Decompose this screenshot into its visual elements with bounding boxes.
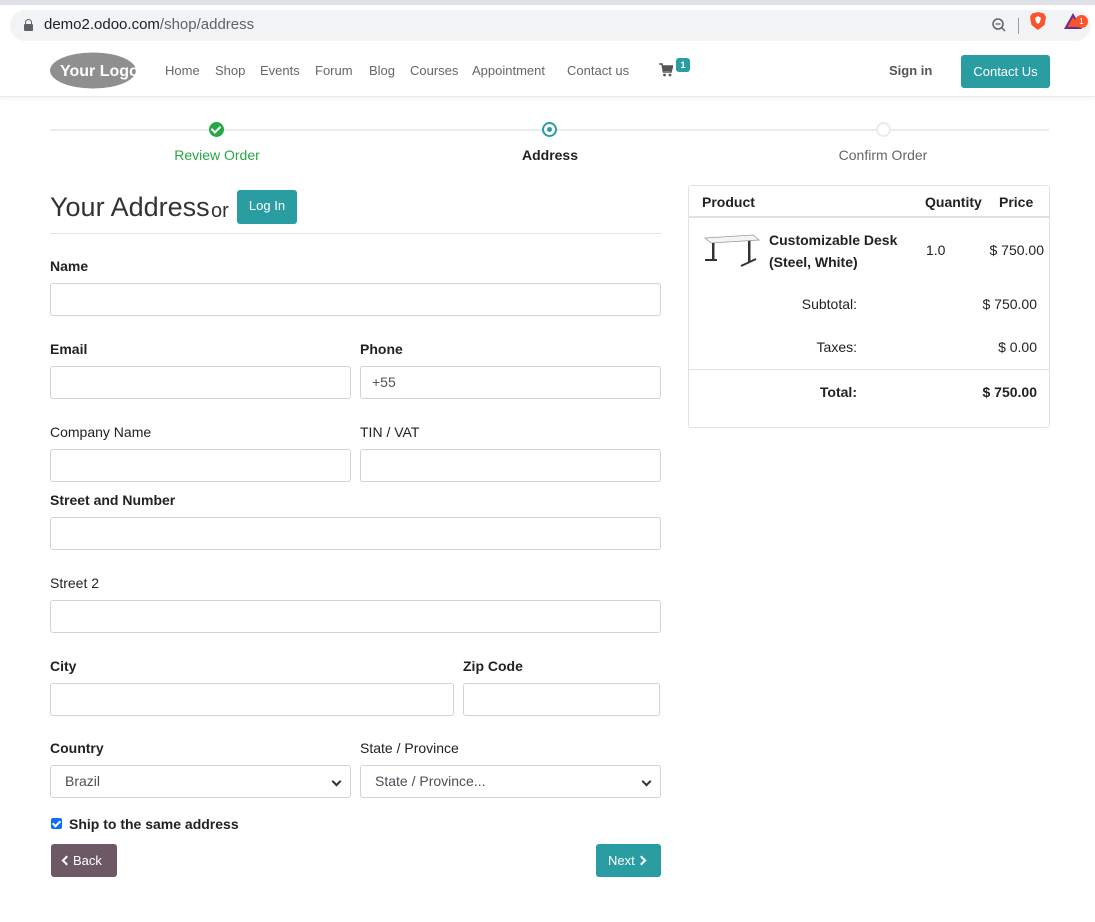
state-select[interactable]: State / Province... bbox=[360, 765, 661, 798]
nav-item-courses[interactable]: Courses bbox=[410, 63, 458, 78]
svg-text:Your Logo: Your Logo bbox=[60, 63, 136, 80]
phone-label: Phone bbox=[360, 341, 403, 357]
order-summary: Product Quantity Price Customizable Desk… bbox=[688, 185, 1050, 428]
street2-label: Street 2 bbox=[50, 575, 100, 591]
chevron-down-icon bbox=[331, 776, 342, 787]
name-input[interactable] bbox=[50, 283, 661, 316]
header-price: Price bbox=[999, 194, 1034, 210]
nav-item-forum[interactable]: Forum bbox=[315, 63, 353, 78]
cart-count-badge[interactable]: 1 bbox=[676, 58, 690, 72]
chevron-left-icon bbox=[61, 855, 72, 866]
nav-item-shop[interactable]: Shop bbox=[215, 63, 245, 78]
street2-input[interactable] bbox=[50, 600, 661, 633]
rewards-badge: 1 bbox=[1075, 15, 1088, 28]
step-active-dot-icon bbox=[542, 122, 557, 137]
step-pending-dot-icon bbox=[876, 122, 891, 137]
cart-icon[interactable] bbox=[659, 63, 673, 77]
phone-input[interactable]: +55 bbox=[360, 366, 661, 399]
total-label: Total: bbox=[819, 384, 857, 400]
ship-same-checkbox[interactable] bbox=[51, 818, 62, 829]
brave-shield-icon[interactable] bbox=[1029, 11, 1047, 31]
title-divider bbox=[50, 233, 661, 234]
total-value: $ 750.00 bbox=[982, 384, 1038, 400]
zip-label: Zip Code bbox=[463, 658, 523, 674]
product-thumbnail bbox=[703, 234, 761, 267]
city-label: City bbox=[50, 658, 77, 674]
zip-input[interactable] bbox=[463, 683, 660, 716]
url-text[interactable]: demo2.odoo.com/shop/address bbox=[44, 16, 254, 33]
step-address: Address bbox=[521, 147, 579, 163]
country-label: Country bbox=[50, 740, 104, 756]
country-selected-value: Brazil bbox=[65, 773, 101, 789]
next-button[interactable]: Next bbox=[596, 844, 661, 877]
state-label: State / Province bbox=[360, 740, 459, 756]
company-name-input[interactable] bbox=[50, 449, 351, 482]
city-input[interactable] bbox=[50, 683, 454, 716]
step-done-check-icon bbox=[209, 122, 224, 137]
zoom-icon[interactable] bbox=[991, 17, 1007, 33]
nav-item-appointment[interactable]: Appointment bbox=[472, 63, 545, 78]
taxes-value: $ 0.00 bbox=[998, 339, 1037, 355]
product-price: $ 750.00 bbox=[989, 242, 1045, 258]
email-input[interactable] bbox=[50, 366, 351, 399]
subtotal-label: Subtotal: bbox=[801, 296, 857, 312]
address-bar[interactable]: demo2.odoo.com/shop/address bbox=[10, 10, 1091, 41]
page-title: Your Address bbox=[50, 192, 210, 222]
street-input[interactable] bbox=[50, 517, 661, 550]
vat-label: TIN / VAT bbox=[360, 424, 420, 440]
title-or-text: or bbox=[211, 200, 229, 222]
chevron-down-icon bbox=[641, 776, 652, 787]
vat-input[interactable] bbox=[360, 449, 661, 482]
street-label: Street and Number bbox=[50, 492, 176, 508]
taxes-label: Taxes: bbox=[816, 339, 857, 355]
header-divider bbox=[689, 216, 1049, 218]
log-in-button[interactable]: Log In bbox=[237, 190, 297, 224]
subtotal-value: $ 750.00 bbox=[982, 296, 1038, 312]
nav-item-home[interactable]: Home bbox=[165, 63, 200, 78]
nav-item-events[interactable]: Events bbox=[260, 63, 300, 78]
header-product: Product bbox=[702, 194, 755, 210]
toolbar-divider bbox=[1018, 18, 1019, 34]
header-quantity: Quantity bbox=[925, 194, 982, 210]
name-label: Name bbox=[50, 258, 89, 274]
step-confirm-order: Confirm Order bbox=[838, 147, 928, 163]
total-divider bbox=[689, 369, 1049, 370]
product-name[interactable]: Customizable Desk (Steel, White) bbox=[769, 229, 909, 273]
country-select[interactable]: Brazil bbox=[50, 765, 351, 798]
browser-toolbar: demo2.odoo.com/shop/address 1 bbox=[0, 5, 1095, 45]
email-label: Email bbox=[50, 341, 88, 357]
site-navbar: Your Logo Home Shop Events Forum Blog Co… bbox=[0, 45, 1095, 97]
sign-in-link[interactable]: Sign in bbox=[889, 63, 932, 78]
chevron-right-icon bbox=[636, 855, 647, 866]
state-selected-value: State / Province... bbox=[375, 773, 486, 789]
lock-icon[interactable] bbox=[24, 19, 33, 31]
company-name-label: Company Name bbox=[50, 424, 152, 440]
product-quantity: 1.0 bbox=[926, 242, 946, 258]
nav-item-blog[interactable]: Blog bbox=[369, 63, 395, 78]
back-button[interactable]: Back bbox=[51, 844, 117, 877]
ship-same-label[interactable]: Ship to the same address bbox=[69, 816, 239, 832]
site-logo[interactable]: Your Logo bbox=[50, 52, 136, 89]
nav-item-contact-us[interactable]: Contact us bbox=[567, 63, 629, 78]
step-review-order[interactable]: Review Order bbox=[117, 147, 317, 163]
contact-us-button[interactable]: Contact Us bbox=[961, 55, 1050, 88]
